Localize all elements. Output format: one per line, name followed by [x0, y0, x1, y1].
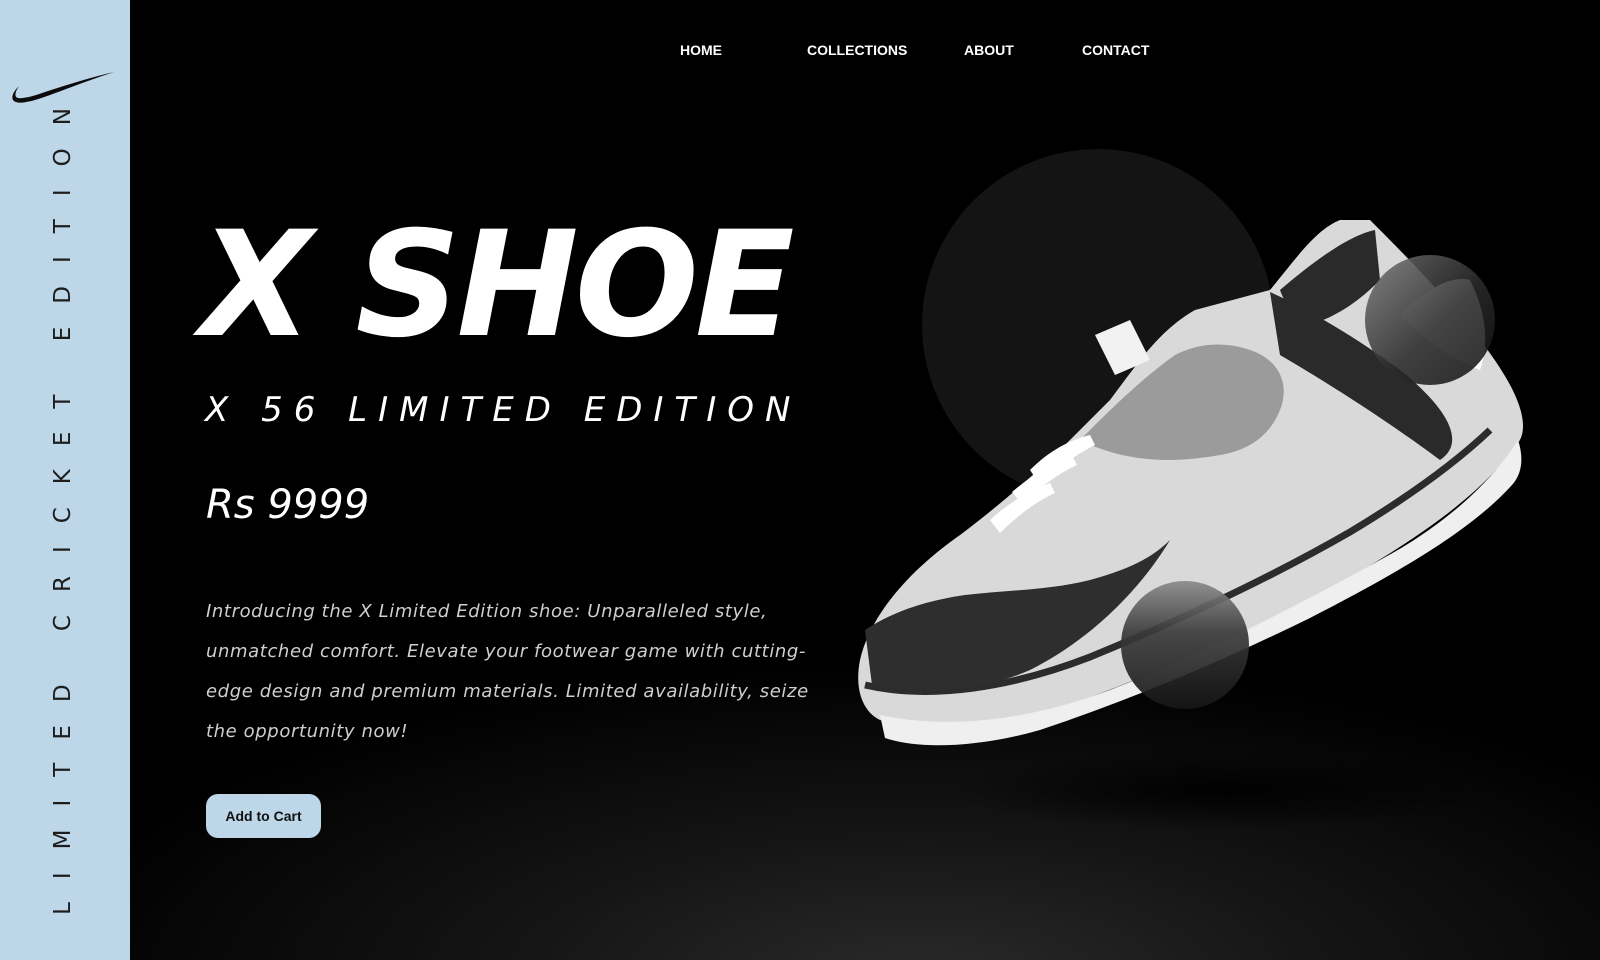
floating-orb-top	[1365, 255, 1495, 385]
sidebar-tagline: LIMITED CRICKET EDITION	[50, 85, 76, 915]
nav-about[interactable]: ABOUT	[964, 42, 1014, 58]
floating-orb-bottom	[1121, 581, 1249, 709]
sneaker-shadow	[950, 750, 1490, 830]
nav-collections[interactable]: COLLECTIONS	[807, 42, 907, 58]
product-price: Rs 9999	[206, 482, 370, 528]
landing-page: LIMITED CRICKET EDITION HOME COLLECTIONS…	[0, 0, 1600, 960]
add-to-cart-button[interactable]: Add to Cart	[206, 794, 321, 838]
sidebar: LIMITED CRICKET EDITION	[0, 0, 130, 960]
sneaker-image	[858, 149, 1524, 830]
product-title: X SHOE	[200, 200, 795, 370]
product-description: Introducing the X Limited Edition shoe: …	[206, 601, 809, 742]
nav-contact[interactable]: CONTACT	[1082, 42, 1149, 58]
nav-home[interactable]: HOME	[680, 42, 722, 58]
product-subtitle: X 56 LIMITED EDITION	[205, 390, 802, 430]
